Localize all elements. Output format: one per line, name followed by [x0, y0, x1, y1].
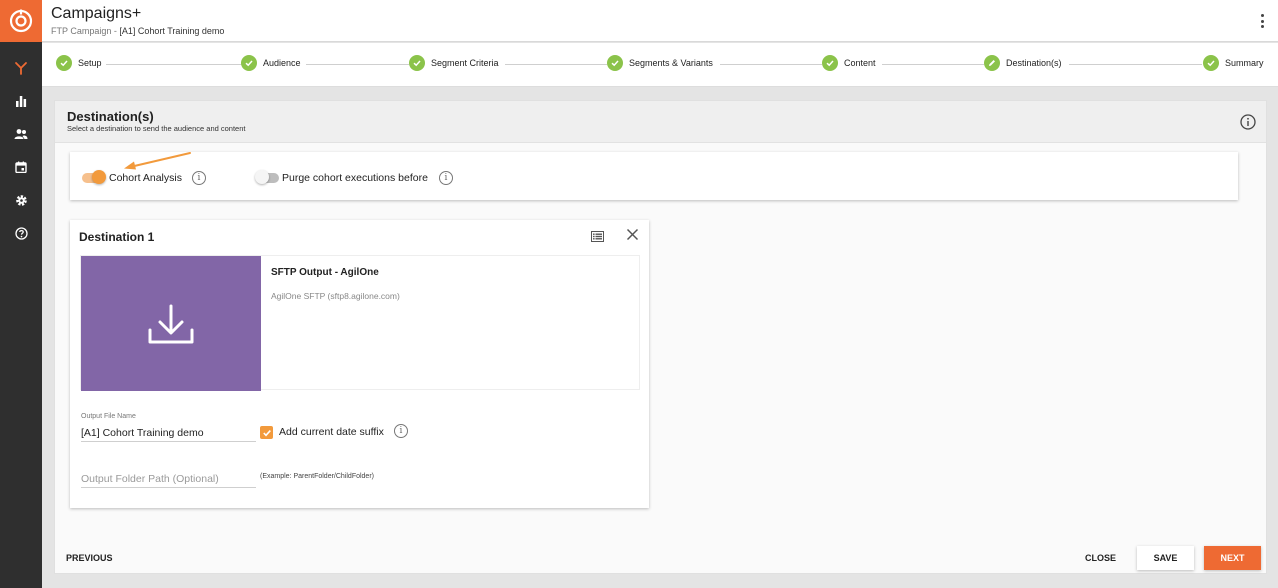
annotation-arrow	[124, 152, 191, 170]
purge-cohort-toggle[interactable]	[255, 170, 279, 184]
panel-header: Destination(s) Select a destination to s…	[55, 101, 1266, 143]
campaign-name: [A1] Cohort Training demo	[119, 26, 225, 36]
output-folder-path-input[interactable]	[81, 470, 256, 488]
step-connector	[720, 64, 822, 65]
progress-stepper: Setup Audience Segment Criteria Segments…	[42, 43, 1278, 87]
check-icon	[262, 429, 271, 436]
check-icon	[822, 55, 838, 71]
step-summary[interactable]: Summary	[1203, 55, 1264, 71]
step-connector	[106, 64, 242, 65]
purge-cohort-label: Purge cohort executions before	[282, 172, 428, 184]
step-label: Segment Criteria	[431, 58, 499, 68]
destinations-panel: Destination(s) Select a destination to s…	[54, 100, 1267, 574]
step-label: Segments & Variants	[629, 58, 713, 68]
step-segment-criteria[interactable]: Segment Criteria	[409, 55, 499, 71]
step-connector	[882, 64, 984, 65]
people-icon[interactable]	[11, 124, 31, 144]
target-logo-icon	[9, 9, 33, 33]
panel-title: Destination(s)	[67, 109, 154, 124]
check-icon	[1203, 55, 1219, 71]
output-file-name-label: Output File Name	[81, 413, 136, 420]
cohort-analysis-label: Cohort Analysis	[109, 172, 182, 184]
campaign-subtitle: FTP Campaign - [A1] Cohort Training demo	[51, 26, 224, 36]
step-label: Destination(s)	[1006, 58, 1062, 68]
info-icon[interactable]: i	[394, 424, 408, 438]
step-destinations[interactable]: Destination(s)	[984, 55, 1062, 71]
sidebar	[0, 42, 42, 588]
close-icon[interactable]	[626, 228, 639, 246]
step-label: Content	[844, 58, 876, 68]
cohort-analysis-toggle[interactable]	[82, 170, 106, 184]
check-icon	[56, 55, 72, 71]
step-setup[interactable]: Setup	[56, 55, 102, 71]
more-menu-icon[interactable]	[1256, 12, 1268, 30]
bar-chart-icon[interactable]	[11, 91, 31, 111]
step-connector	[1069, 64, 1202, 65]
info-icon[interactable]: i	[192, 171, 206, 185]
step-content[interactable]: Content	[822, 55, 876, 71]
calendar-icon[interactable]	[11, 157, 31, 177]
step-connector	[505, 64, 607, 65]
destination-card: Destination 1 SFTP Output - AgilOne Agil…	[70, 220, 649, 508]
panel-subtitle: Select a destination to send the audienc…	[67, 124, 246, 133]
help-icon[interactable]	[11, 223, 31, 243]
step-label: Summary	[1225, 58, 1264, 68]
date-suffix-checkbox[interactable]	[260, 426, 273, 439]
folder-example-text: (Example: ParentFolder/ChildFolder)	[260, 473, 374, 480]
check-icon	[241, 55, 257, 71]
step-label: Setup	[78, 58, 102, 68]
header-bar: Campaigns+ FTP Campaign - [A1] Cohort Tr…	[42, 0, 1278, 42]
destination-title: Destination 1	[79, 230, 155, 244]
step-audience[interactable]: Audience	[241, 55, 301, 71]
app-title: Campaigns+	[51, 5, 142, 22]
close-button[interactable]: CLOSE	[1085, 553, 1116, 563]
list-icon[interactable]	[591, 229, 604, 247]
step-label: Audience	[263, 58, 301, 68]
step-connector	[306, 64, 409, 65]
info-icon[interactable]	[1240, 114, 1256, 135]
date-suffix-label: Add current date suffix	[279, 426, 384, 438]
download-icon	[148, 304, 194, 343]
next-button[interactable]: NEXT	[1204, 546, 1261, 570]
output-file-name-input[interactable]	[81, 424, 256, 442]
destination-name: SFTP Output - AgilOne	[271, 267, 379, 278]
pencil-icon	[984, 55, 1000, 71]
cohort-options-card: Cohort Analysis i Purge cohort execution…	[70, 152, 1238, 200]
sftp-destination-tile[interactable]: SFTP Output - AgilOne AgilOne SFTP (sftp…	[80, 255, 640, 391]
app-logo[interactable]	[0, 0, 42, 42]
campaign-type: FTP Campaign -	[51, 26, 120, 36]
step-segments-variants[interactable]: Segments & Variants	[607, 55, 713, 71]
tile-image	[81, 256, 261, 391]
previous-button[interactable]: PREVIOUS	[66, 553, 113, 563]
destination-description: AgilOne SFTP (sftp8.agilone.com)	[271, 291, 400, 301]
check-icon	[409, 55, 425, 71]
check-icon	[607, 55, 623, 71]
info-icon[interactable]: i	[439, 171, 453, 185]
campaigns-icon[interactable]	[11, 58, 31, 78]
save-button[interactable]: SAVE	[1137, 546, 1194, 570]
gear-icon[interactable]	[11, 190, 31, 210]
